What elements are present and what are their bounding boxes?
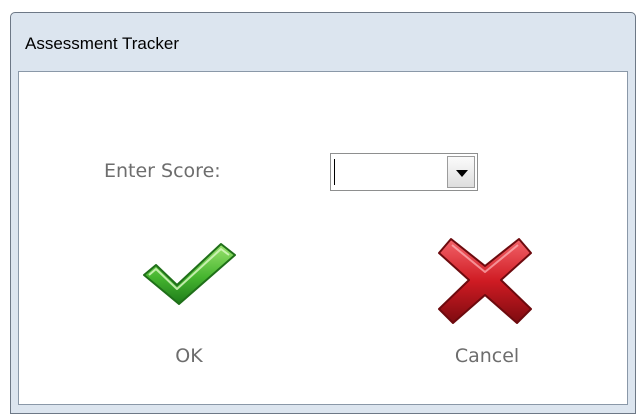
score-input[interactable]	[331, 154, 443, 190]
score-dropdown-button[interactable]	[447, 156, 475, 188]
checkmark-icon[interactable]	[141, 242, 237, 306]
dialog-body: Enter Score: OK Cancel	[18, 71, 628, 405]
window-title: Assessment Tracker	[25, 34, 179, 53]
cancel-button[interactable]: Cancel	[437, 235, 537, 373]
text-caret	[334, 159, 335, 185]
dialog-window: Assessment Tracker Enter Score: OK Cance…	[10, 12, 636, 414]
chevron-down-icon	[456, 170, 468, 177]
cancel-label: Cancel	[454, 345, 520, 367]
title-bar[interactable]: Assessment Tracker	[11, 13, 635, 71]
score-label: Enter Score:	[104, 160, 221, 182]
x-icon[interactable]	[437, 235, 533, 325]
score-combobox[interactable]	[330, 153, 478, 191]
ok-button[interactable]: OK	[139, 242, 239, 372]
ok-label: OK	[175, 345, 203, 367]
